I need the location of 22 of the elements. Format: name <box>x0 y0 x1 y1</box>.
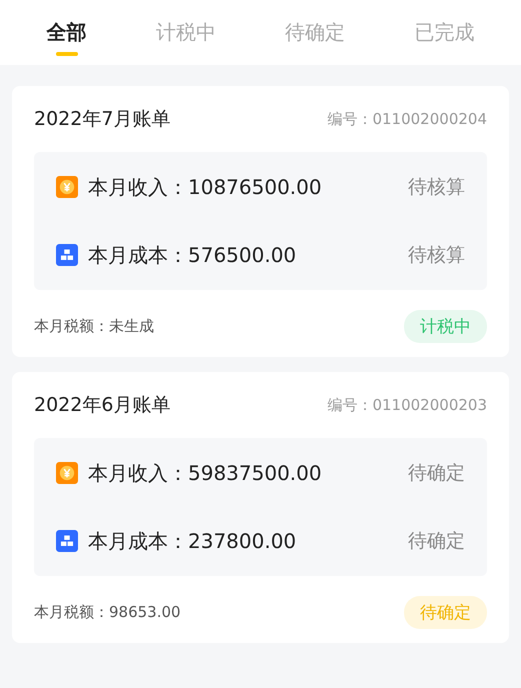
bill-title: 2022年7月账单 <box>34 107 170 132</box>
bill-number: 编号：011002000203 <box>327 396 487 414</box>
status-text: 待确定 <box>408 461 465 486</box>
amount-text: 本月成本：237800.00 <box>88 528 298 554</box>
status-text: 待核算 <box>408 243 465 268</box>
blocks-icon <box>56 530 78 552</box>
bill-title: 2022年6月账单 <box>34 393 170 418</box>
bill-card[interactable]: 2022年6月账单 编号：011002000203 本月收入：59837500.00 待确定 本月成本：237800.00 待确定 本月税额：98653.00 待确定 <box>12 372 509 643</box>
tax-text: 本月税额：98653.00 <box>34 603 181 622</box>
amount-text: 本月收入：10876500.00 <box>88 174 323 200</box>
yen-icon <box>56 176 78 198</box>
amount-text: 本月成本：576500.00 <box>88 242 298 268</box>
bill-number: 编号：011002000204 <box>327 110 487 128</box>
yen-icon <box>56 462 78 484</box>
blocks-icon <box>56 244 78 266</box>
status-text: 待确定 <box>408 529 465 554</box>
tax-text: 本月税额：未生成 <box>34 317 154 336</box>
status-text: 待核算 <box>408 175 465 200</box>
status-badge: 计税中 <box>404 310 487 343</box>
status-badge: 待确定 <box>404 596 487 629</box>
bill-card[interactable]: 2022年7月账单 编号：011002000204 本月收入：10876500.00 待核算 本月成本：576500.00 待核算 本月税额：未生成 计税中 <box>12 86 509 357</box>
amount-text: 本月收入：59837500.00 <box>88 460 323 486</box>
